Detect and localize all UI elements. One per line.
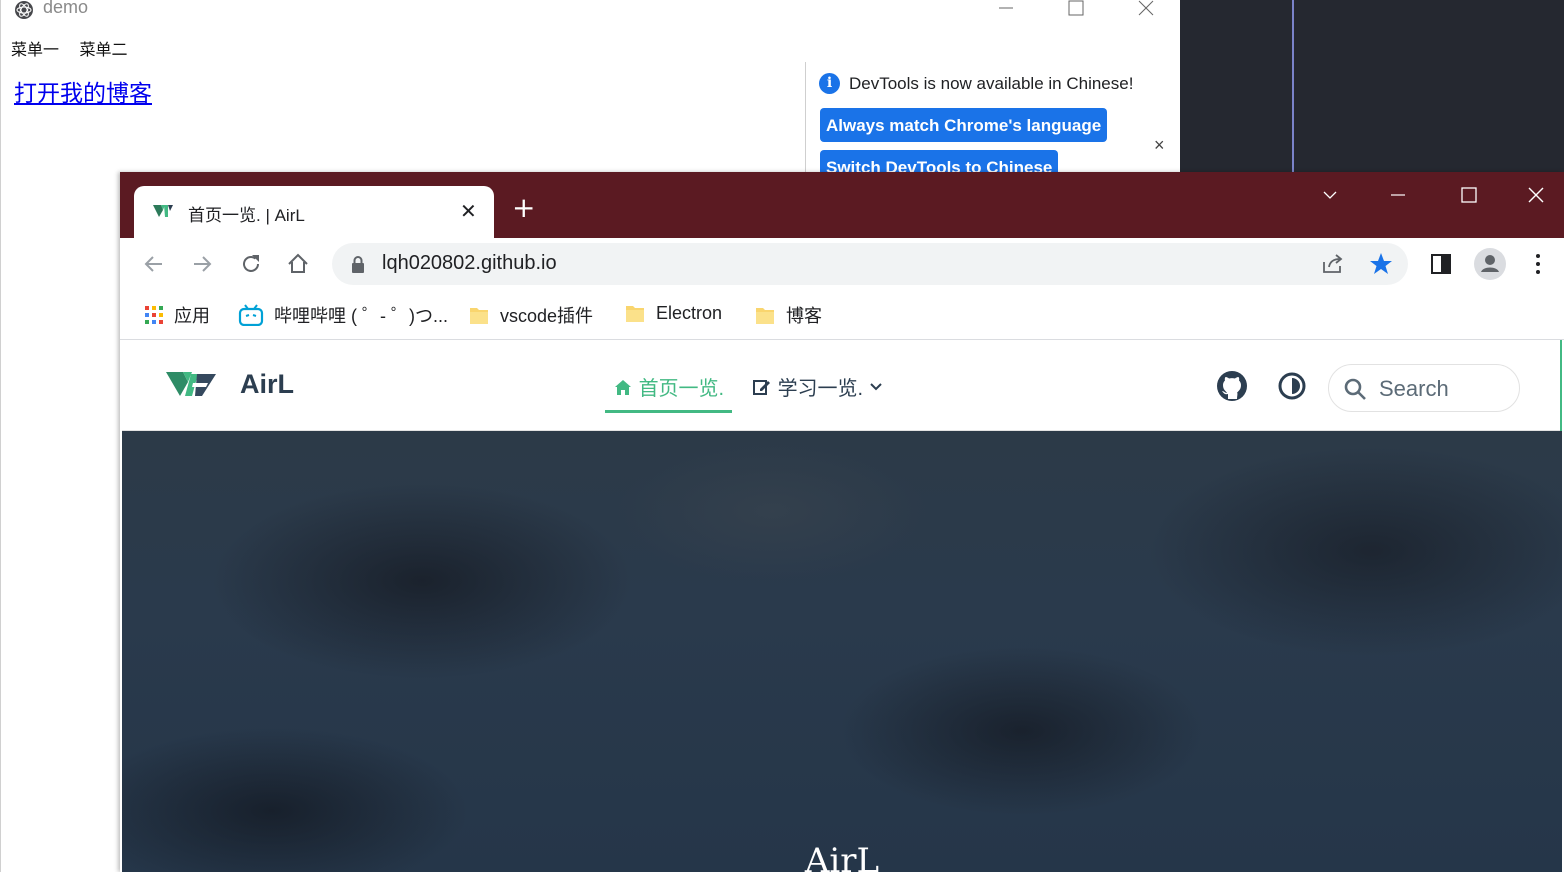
back-arrow-icon[interactable] — [141, 251, 167, 277]
url-text: lqh020802.github.io — [382, 252, 557, 274]
close-icon[interactable] — [1516, 184, 1556, 208]
bookmark-folder-blog[interactable]: 博客 — [754, 302, 822, 328]
site-logo-icon[interactable] — [164, 366, 218, 402]
bilibili-icon — [238, 304, 264, 326]
search-placeholder: Search — [1379, 376, 1449, 401]
folder-icon — [626, 306, 644, 323]
apps-grid-icon — [145, 306, 163, 324]
search-input[interactable]: Search — [1328, 364, 1520, 412]
profile-avatar-icon[interactable] — [1474, 248, 1506, 280]
site-favicon-icon — [153, 205, 173, 217]
match-language-button[interactable]: Always match Chrome's language — [820, 108, 1108, 142]
site-name[interactable]: AirL — [240, 369, 294, 400]
nav-home-link[interactable]: 首页一览. — [605, 372, 733, 413]
electron-titlebar: demo — [1, 0, 1181, 20]
chrome-window: 首页一览. | AirL ✕ + lqh020802.github.io 应用 … — [120, 172, 1564, 872]
devtools-notice-message: DevTools is now available in Chinese! — [849, 74, 1134, 93]
nav-study-label: 学习一览. — [777, 378, 864, 400]
nav-home-label: 首页一览. — [638, 378, 725, 400]
bookmark-label: Electron — [656, 302, 723, 323]
bookmark-apps[interactable]: 应用 — [144, 302, 210, 328]
theme-toggle-icon[interactable] — [1276, 370, 1308, 402]
hero-banner: AirL — [122, 431, 1562, 872]
minimize-icon[interactable] — [991, 0, 1021, 20]
bookmark-folder-vscode[interactable]: vscode插件 — [468, 302, 593, 328]
menu-item-2[interactable]: 菜单二 — [79, 42, 127, 59]
folder-icon — [470, 308, 488, 324]
tab-title: 首页一览. | AirL — [188, 206, 305, 225]
side-panel-icon[interactable] — [1428, 251, 1454, 277]
info-icon: i — [819, 73, 840, 94]
minimize-icon[interactable] — [1378, 184, 1418, 208]
electron-window-title: demo — [43, 0, 89, 17]
more-menu-icon[interactable] — [1525, 251, 1551, 277]
web-page: AirL 首页一览. 学习一览. Search AirL — [122, 340, 1562, 872]
edit-icon — [753, 379, 770, 395]
browser-tab[interactable]: 首页一览. | AirL ✕ — [134, 186, 494, 238]
address-bar[interactable]: lqh020802.github.io — [332, 243, 1408, 285]
electron-app-icon — [15, 1, 33, 19]
site-navbar: AirL 首页一览. 学习一览. Search — [122, 340, 1562, 556]
bookmark-bilibili[interactable]: 哔哩哔哩 ( ゜- ゜)つ... — [238, 302, 448, 328]
home-icon[interactable] — [285, 251, 311, 277]
lock-icon[interactable] — [350, 255, 366, 273]
chevron-down-icon[interactable] — [1310, 184, 1350, 208]
new-tab-icon[interactable]: + — [512, 194, 535, 222]
forward-arrow-icon[interactable] — [189, 251, 215, 277]
home-icon — [615, 379, 631, 395]
reload-icon[interactable] — [238, 251, 264, 277]
electron-menubar: 菜单一 菜单二 — [11, 36, 143, 60]
tab-strip: 首页一览. | AirL ✕ + — [120, 172, 1564, 238]
github-icon[interactable] — [1216, 370, 1248, 402]
bookmarks-bar: 应用 哔哩哔哩 ( ゜- ゜)つ... vscode插件 Electron 博客 — [120, 292, 1564, 340]
folder-icon — [756, 308, 774, 324]
nav-study-dropdown[interactable]: 学习一览. — [752, 372, 883, 401]
maximize-icon[interactable] — [1061, 0, 1091, 20]
maximize-icon[interactable] — [1448, 184, 1488, 208]
bookmark-star-icon[interactable] — [1368, 251, 1394, 277]
bookmark-folder-electron[interactable]: Electron — [624, 302, 722, 328]
hero-title: AirL — [804, 841, 880, 872]
editor-background — [1180, 0, 1564, 172]
browser-toolbar: lqh020802.github.io — [120, 238, 1564, 292]
chevron-down-icon — [869, 382, 882, 390]
editor-divider — [1292, 0, 1294, 172]
bookmark-label: 哔哩哔哩 ( ゜- ゜)つ... — [274, 306, 448, 326]
menu-item-1[interactable]: 菜单一 — [11, 42, 59, 59]
open-blog-link[interactable]: 打开我的博客 — [14, 74, 152, 108]
bookmark-label: vscode插件 — [500, 306, 594, 326]
bookmark-label: 博客 — [786, 306, 822, 326]
search-icon — [1344, 378, 1366, 400]
share-icon[interactable] — [1320, 252, 1346, 276]
bookmark-label: 应用 — [174, 306, 210, 326]
close-icon[interactable] — [1131, 0, 1161, 20]
tab-close-icon[interactable]: ✕ — [460, 199, 477, 223]
close-notice-icon[interactable]: × — [1154, 135, 1165, 156]
devtools-language-notice: i DevTools is now available in Chinese! … — [805, 62, 1182, 184]
